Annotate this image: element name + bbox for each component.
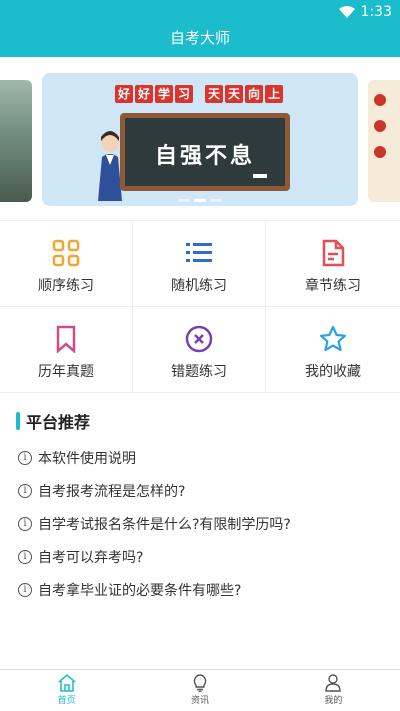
banner-slide[interactable]: 好 好 学 习 天 天 向 上 自强不息: [42, 73, 358, 206]
wifi-icon: [338, 6, 355, 18]
nav-tab-home[interactable]: 首页: [0, 670, 133, 711]
faq-item-text: 自考报考流程是怎样的?: [38, 484, 186, 500]
grid-item-sequential-practice[interactable]: 顺序练习: [0, 221, 133, 307]
chalkboard-text: 自强不息: [154, 144, 255, 169]
info-icon: i: [18, 583, 32, 597]
grid-icon: [52, 239, 80, 267]
lantern-icon: [374, 146, 386, 158]
motto-char: 好: [135, 85, 153, 103]
grid-item-chapter-practice[interactable]: 章节练习: [266, 221, 400, 307]
carousel-dot: [178, 199, 190, 202]
star-icon: [319, 325, 347, 352]
grid-item-label: 错题练习: [171, 364, 227, 380]
grid-item-favorites[interactable]: 我的收藏: [266, 307, 400, 393]
grid-item-label: 随机练习: [171, 278, 227, 294]
nav-tab-label: 资讯: [190, 696, 209, 706]
faq-item[interactable]: i 自考报考流程是怎样的?: [18, 481, 185, 501]
carousel-dot-active: [194, 199, 206, 202]
banner-next-slide[interactable]: [368, 80, 400, 202]
faq-item[interactable]: i 自考可以弃考吗?: [18, 547, 143, 567]
lantern-icon: [374, 94, 386, 106]
section-title-accent: [16, 412, 20, 430]
info-icon: i: [18, 517, 32, 531]
motto-char: 习: [175, 85, 193, 103]
home-icon: [58, 674, 76, 692]
motto-char: 好: [115, 85, 133, 103]
chalk-eraser: [253, 174, 267, 178]
chalkboard: 自强不息: [120, 113, 290, 191]
motto-gap: [195, 85, 203, 103]
carousel-indicator: [42, 199, 358, 202]
info-icon: i: [18, 484, 32, 498]
section-title: 平台推荐: [16, 409, 90, 433]
banner-prev-slide[interactable]: [0, 80, 32, 202]
section-title-text: 平台推荐: [26, 413, 91, 432]
motto-char: 向: [245, 85, 263, 103]
grid-item-random-practice[interactable]: 随机练习: [133, 221, 266, 307]
status-time: 1:33: [360, 4, 392, 20]
feature-grid: 顺序练习 随机练习 章节练习 历年真题 错题练习 我的收藏: [0, 220, 400, 394]
banner-carousel[interactable]: 好 好 学 习 天 天 向 上 自强不息: [0, 57, 400, 219]
info-icon: i: [18, 451, 32, 465]
grid-item-past-exams[interactable]: 历年真题: [0, 307, 133, 393]
grid-item-wrong-questions[interactable]: 错题练习: [133, 307, 266, 393]
user-icon: [325, 674, 342, 692]
nav-tab-label: 首页: [57, 696, 76, 706]
faq-item[interactable]: i 自学考试报名条件是什么?有限制学历吗?: [18, 514, 291, 534]
faq-item-text: 自学考试报名条件是什么?有限制学历吗?: [38, 517, 291, 533]
x-circle-icon: [185, 325, 213, 353]
motto-char: 天: [205, 85, 223, 103]
bookmark-icon: [56, 325, 76, 353]
faq-item-text: 自考拿毕业证的必要条件有哪些?: [38, 583, 242, 599]
nav-tab-me[interactable]: 我的: [267, 670, 400, 711]
status-bar: 1:33: [338, 3, 392, 21]
lightbulb-icon: [193, 674, 207, 692]
list-icon: [186, 243, 212, 262]
grid-item-label: 章节练习: [305, 278, 361, 294]
document-icon: [322, 239, 345, 267]
grid-item-label: 历年真题: [38, 364, 94, 380]
motto-char: 上: [265, 85, 283, 103]
nav-tab-news[interactable]: 资讯: [133, 670, 266, 711]
page-title: 自考大师: [169, 29, 230, 47]
info-icon: i: [18, 550, 32, 564]
lantern-icon: [374, 120, 386, 132]
motto-char: 天: [225, 85, 243, 103]
faq-item-text: 自考可以弃考吗?: [38, 550, 144, 566]
carousel-dot: [210, 199, 222, 202]
faq-item[interactable]: i 自考拿毕业证的必要条件有哪些?: [18, 580, 241, 600]
banner-motto: 好 好 学 习 天 天 向 上: [115, 85, 283, 103]
bottom-nav: 首页 资讯 我的: [0, 669, 400, 711]
app-header: 1:33 自考大师: [0, 0, 400, 57]
faq-item[interactable]: i 本软件使用说明: [18, 448, 136, 468]
nav-tab-label: 我的: [324, 696, 343, 706]
motto-char: 学: [155, 85, 173, 103]
recommend-section: 平台推荐 i 本软件使用说明 i 自考报考流程是怎样的? i 自学考试报名条件是…: [0, 394, 400, 669]
grid-item-label: 顺序练习: [38, 278, 94, 294]
grid-item-label: 我的收藏: [305, 364, 361, 380]
faq-item-text: 本软件使用说明: [38, 451, 136, 467]
